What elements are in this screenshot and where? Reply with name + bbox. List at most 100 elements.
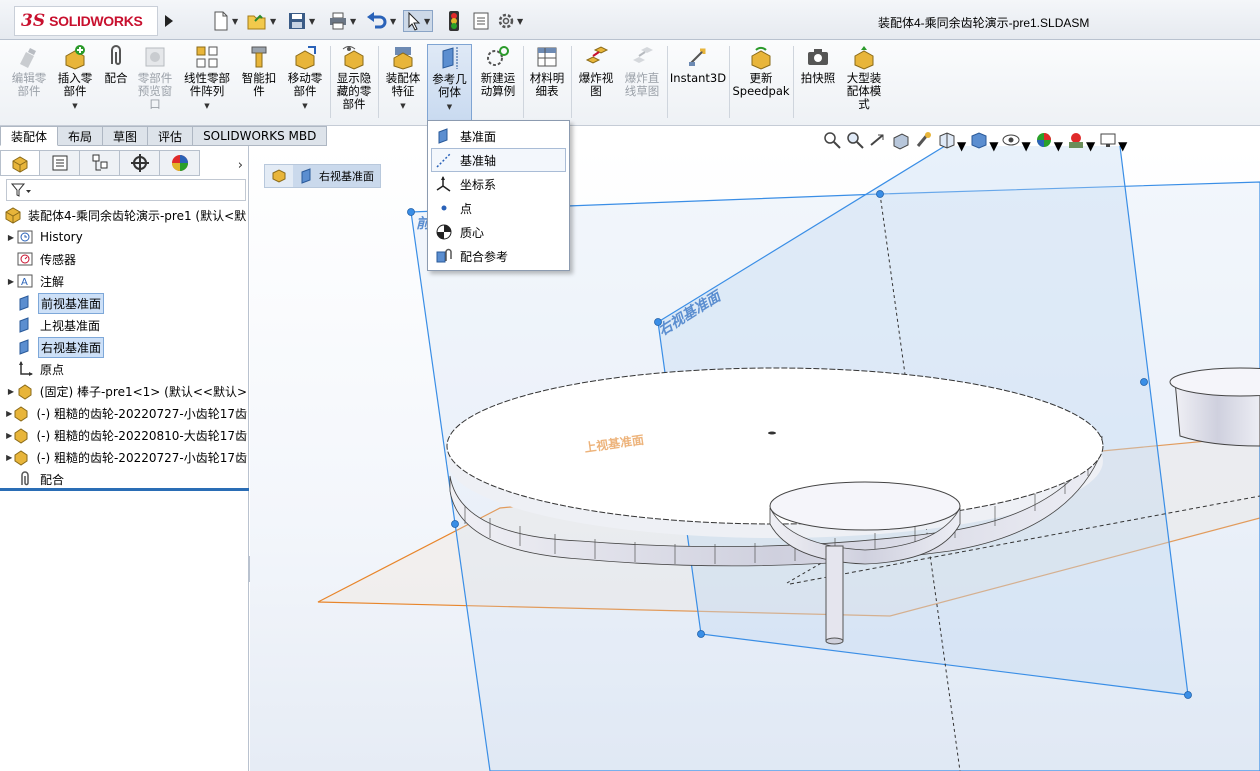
zoom-to-area-icon[interactable] [845, 130, 865, 153]
tree-item-history[interactable]: ▶ History [0, 226, 249, 248]
tree-item-component[interactable]: ▶ (-) 粗糙的齿轮-20220727-小齿轮17齿 [0, 402, 249, 424]
edit-component-button[interactable]: 编辑零 部件 [8, 44, 50, 122]
graphics-area[interactable]: 右视基准面 上视基准面 前 右视基准面 [250, 146, 1260, 771]
smart-fasteners-button[interactable]: 智能扣 件 [238, 44, 280, 122]
view-orientation-icon[interactable]: ▼ [937, 130, 966, 153]
large-assembly-mode-icon [854, 46, 874, 70]
menu-item-point[interactable]: 点 [428, 196, 569, 220]
linear-pattern-icon [196, 46, 218, 68]
menu-item-coordinate-system[interactable]: 坐标系 [428, 172, 569, 196]
tree-item-annotations[interactable]: ▶ A 注解 [0, 270, 249, 292]
dropdown-caret-icon[interactable]: ▼ [400, 100, 405, 113]
bill-of-materials-button[interactable]: 材料明 细表 [526, 44, 568, 122]
move-component-icon [295, 46, 316, 70]
large-assembly-mode-button[interactable]: 大型装 配体模 式 [842, 44, 886, 122]
exploded-view-button[interactable]: 爆炸视 图 [574, 44, 618, 122]
open-button[interactable]: ▼ [246, 10, 276, 32]
expand-arrow-icon[interactable]: ▶ [6, 387, 16, 396]
selection-breadcrumb[interactable]: 右视基准面 [264, 164, 381, 188]
select-button[interactable]: ▼ [403, 10, 434, 32]
tab-assembly[interactable]: 装配体 [0, 126, 59, 146]
tree-item-mates[interactable]: 配合 [0, 468, 249, 490]
breadcrumb-assembly[interactable] [265, 165, 293, 187]
tab-layout[interactable]: 布局 [58, 126, 104, 146]
file-properties-icon [473, 12, 489, 30]
instant3d-button[interactable]: Instant3D [670, 44, 726, 122]
options-button[interactable]: ▼ [497, 10, 523, 32]
tree-item-front-plane[interactable]: 前视基准面 [0, 292, 249, 314]
tab-configuration-manager[interactable] [80, 150, 120, 176]
print-button[interactable]: ▼ [328, 10, 356, 32]
expand-arrow-icon[interactable]: ▶ [6, 277, 16, 286]
edit-appearance-icon[interactable]: ▼ [1034, 130, 1063, 153]
update-speedpak-button[interactable]: 更新 Speedpak [732, 44, 790, 122]
tree-item-label: History [40, 230, 83, 244]
dropdown-caret-icon[interactable]: ▼ [447, 101, 452, 114]
take-snapshot-button[interactable]: 拍快照 [797, 44, 839, 122]
assembly-features-button[interactable]: 装配体 特征 ▼ [382, 44, 424, 122]
new-document-button[interactable]: ▼ [212, 10, 238, 32]
tree-item-label: 传感器 [40, 252, 77, 267]
hide-show-items-icon[interactable]: ▼ [1001, 130, 1031, 153]
tree-item-right-plane[interactable]: 右视基准面 [0, 336, 249, 358]
tree-item-component[interactable]: ▶ (固定) 棒子-pre1<1> (默认<<默认> [0, 380, 249, 402]
reference-geometry-button[interactable]: 参考几 何体 ▼ [427, 44, 472, 122]
display-style-icon[interactable]: ▼ [969, 130, 998, 153]
breadcrumb-current[interactable]: 右视基准面 [293, 165, 380, 187]
tab-solidworks-mbd[interactable]: SOLIDWORKS MBD [193, 126, 328, 146]
dropdown-caret-icon[interactable]: ▼ [302, 100, 307, 113]
tree-root-assembly[interactable]: 装配体4-乘同余齿轮演示-pre1 (默认<默 [0, 204, 249, 226]
solidworks-logo[interactable]: 3S SOLIDWORKS [14, 6, 158, 36]
tree-item-component[interactable]: ▶ (-) 粗糙的齿轮-20220727-小齿轮17齿 [0, 446, 249, 468]
show-hidden-components-button[interactable]: 显示隐 藏的零 部件 [333, 44, 375, 122]
save-button[interactable]: ▼ [287, 10, 315, 32]
tree-filter[interactable] [6, 179, 246, 201]
new-motion-study-button[interactable]: 新建运 动算例 [476, 44, 520, 122]
mate-button[interactable]: 配合 [100, 44, 132, 122]
show-hidden-icon [342, 46, 364, 70]
move-component-label: 移动零 部件 [287, 71, 323, 98]
menu-item-center-of-mass[interactable]: 质心 [428, 220, 569, 244]
tab-property-manager[interactable] [40, 150, 80, 176]
dropdown-caret-icon[interactable]: ▼ [204, 100, 209, 113]
insert-component-button[interactable]: 插入零 部件 ▼ [54, 44, 96, 122]
tree-item-component[interactable]: ▶ (-) 粗糙的齿轮-20220810-大齿轮17齿 [0, 424, 249, 446]
tree-item-sensors[interactable]: 传感器 [0, 248, 249, 270]
small-gear-right[interactable] [1169, 367, 1260, 447]
dynamic-annotation-icon[interactable] [914, 130, 934, 153]
view-settings-icon[interactable]: ▼ [1098, 130, 1127, 153]
ribbon-separator [571, 46, 572, 118]
menu-item-mate-reference[interactable]: 配合参考 [428, 244, 569, 268]
file-properties-button[interactable] [472, 10, 490, 32]
explode-line-sketch-button[interactable]: 爆炸直 线草图 [620, 44, 664, 122]
apply-scene-icon[interactable]: ▼ [1066, 130, 1095, 153]
rebuild-button[interactable] [447, 10, 461, 32]
undo-button[interactable]: ▼ [366, 10, 396, 32]
previous-view-icon[interactable] [868, 130, 888, 153]
section-view-icon[interactable] [891, 130, 911, 153]
tree-item-origin[interactable]: 原点 [0, 358, 249, 380]
tab-feature-manager[interactable] [0, 150, 40, 176]
dropdown-caret-icon[interactable]: ▼ [72, 100, 77, 113]
menu-item-axis[interactable]: 基准轴 [431, 148, 566, 172]
ribbon-separator [523, 46, 524, 118]
move-component-button[interactable]: 移动零 部件 ▼ [284, 44, 326, 122]
feature-manager-icon [12, 156, 28, 173]
tab-dimxpert-manager[interactable] [120, 150, 160, 176]
smart-fastener-icon [251, 46, 267, 68]
rod[interactable] [825, 545, 844, 645]
tree-bottom-divider[interactable] [0, 488, 249, 491]
tree-item-top-plane[interactable]: 上视基准面 [0, 314, 249, 336]
assembly-3d-scene[interactable]: 右视基准面 上视基准面 前 [250, 146, 1260, 771]
tab-sketch[interactable]: 草图 [103, 126, 149, 146]
expand-menu-arrow-icon[interactable] [162, 12, 176, 30]
tab-display-manager[interactable] [160, 150, 200, 176]
linear-component-pattern-button[interactable]: 线性零部 件阵列 ▼ [180, 44, 234, 122]
expand-arrow-icon[interactable]: ▶ [6, 233, 16, 242]
component-preview-window-button[interactable]: 零部件 预览窗 口 [134, 44, 176, 122]
chevron-right-icon[interactable]: › [238, 158, 243, 173]
tab-evaluate[interactable]: 评估 [148, 126, 194, 146]
command-manager-ribbon: 编辑零 部件 插入零 部件 ▼ 配合 零部件 预览窗 口 线性零部 件阵列 ▼ … [0, 40, 1260, 126]
zoom-to-fit-icon[interactable] [822, 130, 842, 153]
menu-item-plane[interactable]: 基准面 [428, 124, 569, 148]
